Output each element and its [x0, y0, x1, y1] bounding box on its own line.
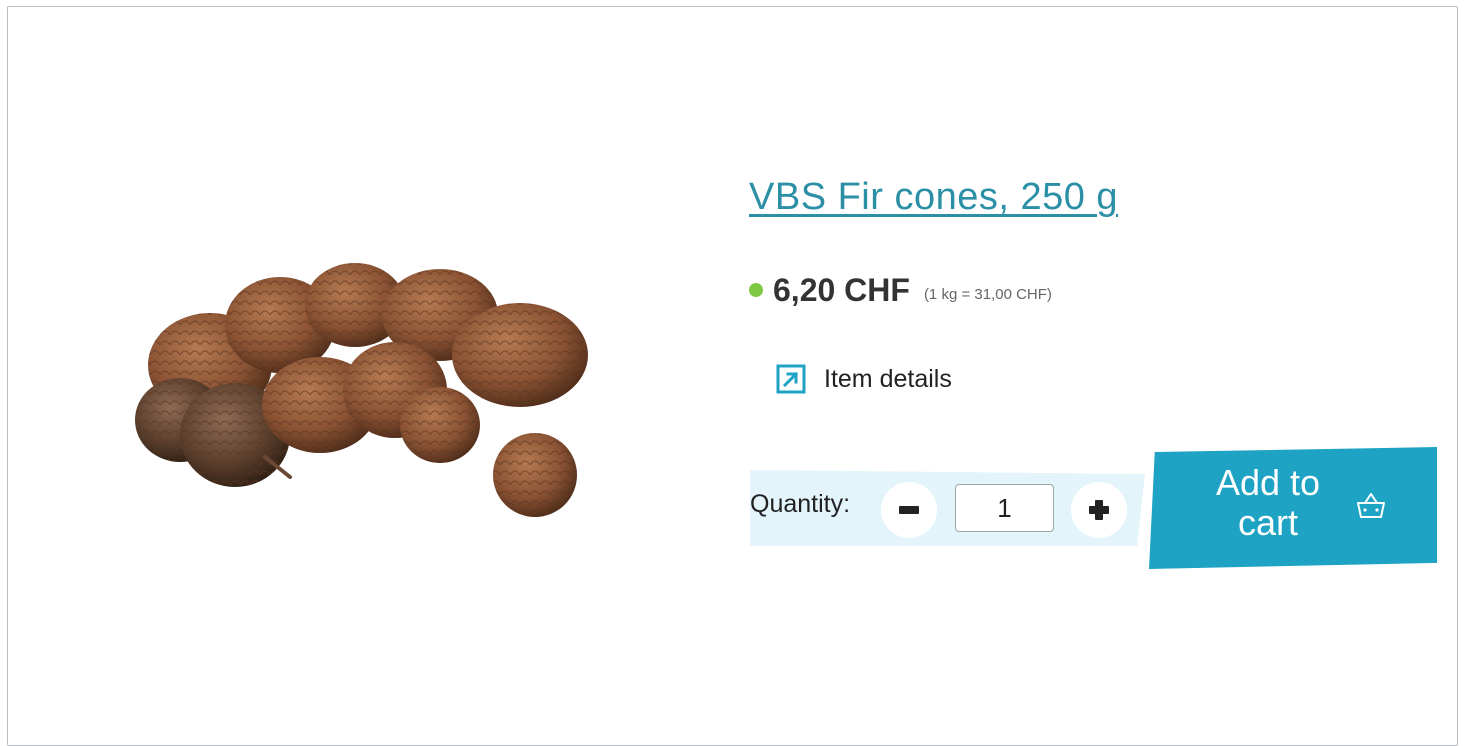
- pine-cone: [493, 433, 577, 517]
- availability-indicator: [749, 283, 763, 297]
- product-image[interactable]: [120, 245, 620, 525]
- increase-quantity-button[interactable]: [1071, 482, 1127, 538]
- quantity-input[interactable]: [955, 484, 1054, 532]
- add-to-cart-label: Add to cart: [1215, 462, 1321, 543]
- basket-icon: [1357, 493, 1385, 518]
- external-link-icon: [776, 364, 806, 394]
- pine-cone: [400, 387, 480, 463]
- item-details-label: Item details: [824, 364, 952, 393]
- decrease-quantity-button[interactable]: [881, 482, 937, 538]
- pine-cone: [452, 303, 588, 407]
- product-title-link[interactable]: VBS Fir cones, 250 g: [749, 176, 1118, 219]
- quantity-label: Quantity:: [750, 490, 851, 518]
- item-details-link[interactable]: Item details: [776, 361, 952, 397]
- add-to-cart-button[interactable]: Add to cart: [1149, 447, 1437, 569]
- unit-price: (1 kg = 31,00 CHF): [923, 285, 1052, 303]
- product-price: 6,20 CHF: [773, 271, 910, 308]
- price-row: 6,20 CHF (1 kg = 31,00 CHF): [749, 270, 1052, 310]
